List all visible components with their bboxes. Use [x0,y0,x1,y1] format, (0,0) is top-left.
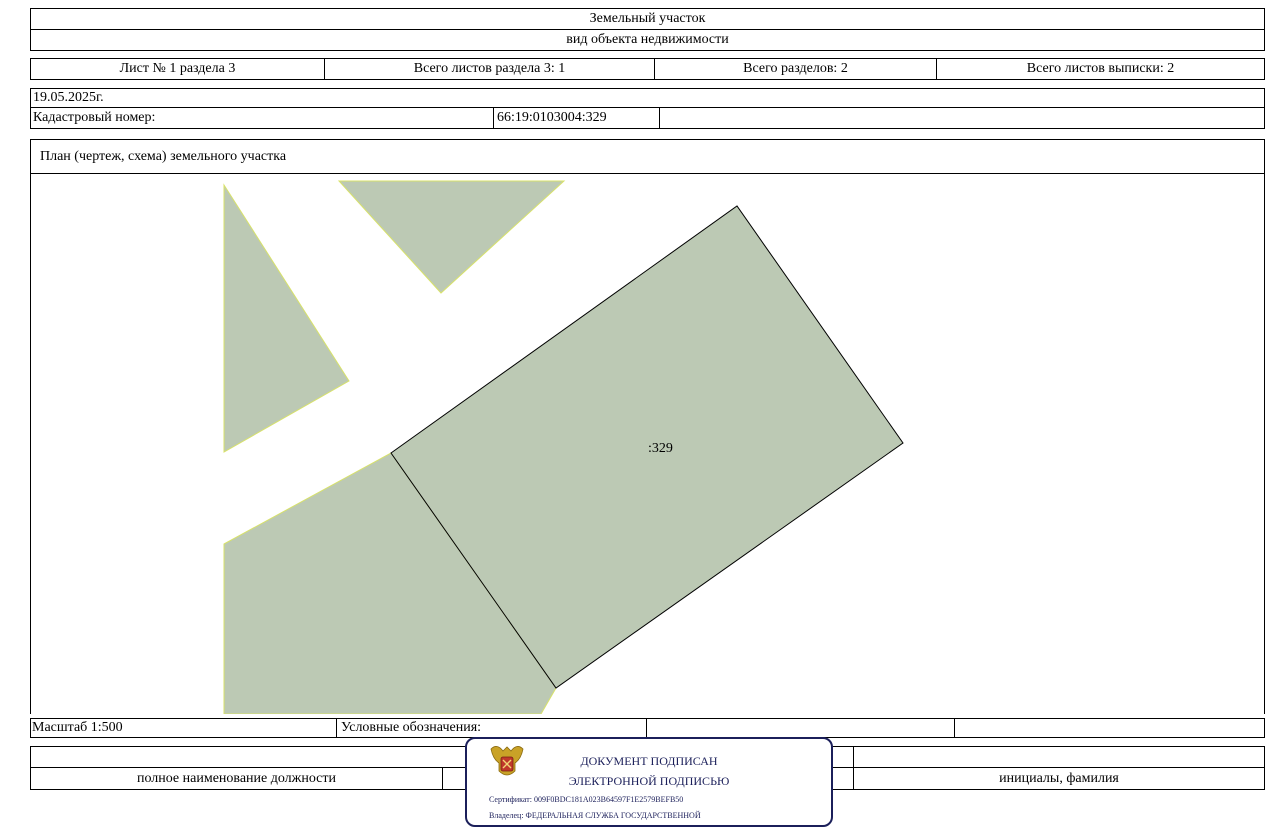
extract-sheets-cell: Всего листов выписки: 2 [937,59,1264,79]
parcel-number-label: :329 [648,441,673,456]
signature-owner: Владелец: ФЕДЕРАЛЬНАЯ СЛУЖБА ГОСУДАРСТВЕ… [489,811,701,820]
signature-certificate: Сертификат: 009F0BDC181A023B64597F1E2579… [489,795,684,804]
plan-title-row: План (чертеж, схема) земельного участка [30,139,1265,174]
legend-label: Условные обозначения: [341,720,482,735]
sheet-number-cell: Лист № 1 раздела 3 [31,59,325,79]
cadastral-empty-cell [660,108,1264,128]
sheet-info-row: Лист № 1 раздела 3 Всего листов раздела … [30,58,1265,80]
sheet-number: Лист № 1 раздела 3 [119,61,236,76]
electronic-signature-stamp: ДОКУМЕНТ ПОДПИСАН ЭЛЕКТРОННОЙ ПОДПИСЬЮ С… [465,737,833,827]
cadastral-number: 66:19:0103004:329 [497,110,607,125]
signature-line-1: ДОКУМЕНТ ПОДПИСАН [580,754,718,768]
neighbor-parcel-top [337,180,566,294]
object-type-title: Земельный участок [589,11,706,26]
scale-cell: Масштаб 1:500 [31,719,337,737]
document-title: Земельный участок [30,8,1265,30]
section-sheets-cell: Всего листов раздела 3: 1 [325,59,655,79]
section-sheets-total: Всего листов раздела 3: 1 [413,61,566,76]
object-kind-caption: вид объекта недвижимости [566,32,729,47]
document-subtitle: вид объекта недвижимости [30,30,1265,51]
scale-value: Масштаб 1:500 [32,720,123,735]
legend-value-cell [647,719,955,737]
sections-total: Всего разделов: 2 [743,61,848,76]
cadastral-number-cell: 66:19:0103004:329 [494,108,660,128]
legend-cell: Условные обозначения: [337,719,647,737]
legend-extra-cell [955,719,1264,737]
name-caption-cell: инициалы, фамилия [854,768,1264,789]
extract-date: 19.05.2025г. [33,90,104,105]
cadastral-label-cell: Кадастровый номер: [31,108,494,128]
plan-drawing: :329 [223,180,904,714]
sections-cell: Всего разделов: 2 [655,59,937,79]
date-row: 19.05.2025г. [30,88,1265,108]
neighbor-parcel-left [223,183,350,453]
scale-legend-row: Масштаб 1:500 Условные обозначения: [30,718,1265,738]
cadastral-label: Кадастровый номер: [33,110,156,125]
extract-sheets-total: Всего листов выписки: 2 [1026,61,1175,76]
plan-drawing-area: :329 [30,173,1265,714]
cadastral-row: Кадастровый номер: 66:19:0103004:329 [30,108,1265,129]
position-caption: полное наименование должности [136,770,337,786]
plan-title: План (чертеж, схема) земельного участка [40,148,287,164]
signature-top-right [854,747,1264,767]
position-caption-cell: полное наименование должности [31,768,443,789]
name-caption: инициалы, фамилия [999,770,1119,786]
signature-line-2: ЭЛЕКТРОННОЙ ПОДПИСЬЮ [568,774,730,788]
